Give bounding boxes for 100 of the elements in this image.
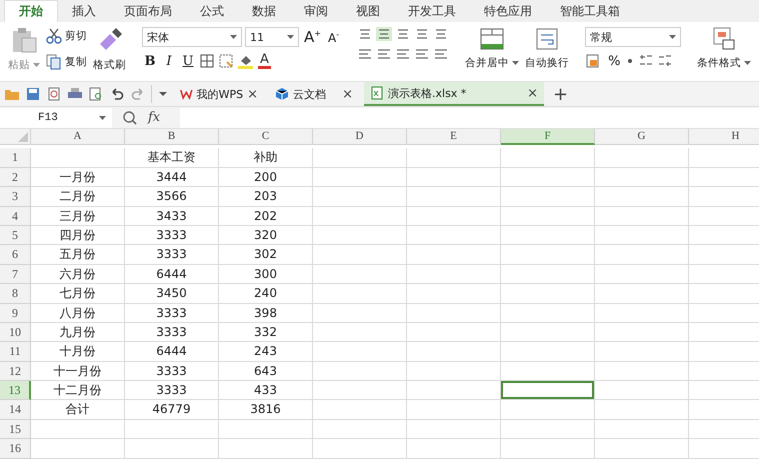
borders-icon[interactable] bbox=[199, 53, 215, 69]
caret-icon[interactable] bbox=[512, 61, 520, 65]
table-cell: 46779 bbox=[125, 400, 219, 420]
row-header[interactable]: 13 bbox=[0, 381, 31, 400]
column-header[interactable]: H bbox=[689, 129, 759, 145]
row-header[interactable]: 10 bbox=[0, 322, 31, 342]
caret-icon[interactable] bbox=[230, 35, 237, 39]
fill-color-icon[interactable] bbox=[237, 53, 255, 69]
align-icon[interactable] bbox=[357, 47, 374, 61]
table-cell: 3333 bbox=[125, 245, 219, 265]
row-header[interactable]: 8 bbox=[0, 284, 31, 304]
column-header[interactable]: G bbox=[595, 129, 689, 145]
align-icon[interactable] bbox=[376, 47, 392, 61]
font-name-dropdown[interactable]: 宋体 bbox=[142, 27, 242, 47]
caret-icon[interactable] bbox=[99, 116, 106, 120]
copy-label[interactable]: 复制 bbox=[65, 55, 87, 69]
shrink-font-button[interactable]: A$^{-}$ bbox=[326, 30, 342, 44]
row-header[interactable]: 12 bbox=[0, 362, 31, 382]
menu-tab[interactable]: 审阅 bbox=[290, 0, 342, 22]
close-button[interactable]: × bbox=[247, 86, 258, 102]
font-size-dropdown[interactable]: 11 bbox=[245, 27, 299, 47]
row-header[interactable]: 11 bbox=[0, 342, 31, 362]
function-button[interactable]: fx bbox=[148, 110, 160, 125]
selected-cell[interactable] bbox=[501, 381, 595, 400]
row-header[interactable]: 6 bbox=[0, 245, 31, 265]
table-cell: 6444 bbox=[125, 342, 219, 362]
menu-tab[interactable]: 开始 bbox=[4, 0, 58, 22]
menu-tab[interactable]: 公式 bbox=[186, 0, 238, 22]
save-icon[interactable] bbox=[25, 87, 41, 101]
menu-tab[interactable]: 插入 bbox=[58, 0, 110, 22]
align-icon[interactable] bbox=[395, 47, 412, 61]
formula-input[interactable] bbox=[180, 108, 759, 128]
row-header[interactable]: 16 bbox=[0, 439, 31, 459]
close-button[interactable]: × bbox=[342, 86, 353, 102]
menu-tab[interactable]: 视图 bbox=[342, 0, 394, 22]
table-cell: 302 bbox=[219, 245, 313, 265]
document-icon[interactable] bbox=[46, 87, 62, 101]
row-header[interactable]: 14 bbox=[0, 400, 31, 420]
row-header[interactable]: 7 bbox=[0, 264, 31, 284]
font-color-button[interactable]: A bbox=[258, 53, 271, 69]
table-cell: 七月份 bbox=[31, 284, 125, 304]
table-cell: 398 bbox=[219, 304, 313, 323]
new-tab-button[interactable]: + bbox=[549, 84, 572, 104]
caret-icon[interactable] bbox=[287, 35, 294, 39]
print-preview-icon[interactable] bbox=[88, 87, 104, 101]
row-header[interactable]: 3 bbox=[0, 187, 31, 207]
decrease-decimal-icon[interactable] bbox=[657, 54, 674, 68]
bold-button[interactable]: B bbox=[142, 54, 158, 68]
row-header[interactable]: 2 bbox=[0, 168, 31, 188]
align-icon[interactable] bbox=[414, 47, 430, 61]
align-icon[interactable] bbox=[433, 47, 450, 61]
document-tab[interactable]: 我的WPS × bbox=[174, 82, 264, 106]
cut-label[interactable]: 剪切 bbox=[65, 29, 87, 43]
row-header[interactable]: 15 bbox=[0, 420, 31, 440]
format-painter-label[interactable]: 格式刷 bbox=[93, 58, 126, 72]
italic-button[interactable]: I bbox=[161, 54, 177, 68]
column-header[interactable]: B bbox=[125, 129, 219, 145]
caret-icon[interactable] bbox=[744, 61, 752, 65]
clipboard-icon bbox=[10, 26, 38, 54]
menu-tab[interactable]: 数据 bbox=[238, 0, 290, 22]
name-box[interactable]: F13 bbox=[0, 108, 112, 128]
grow-font-button[interactable]: A$^{+}$ bbox=[302, 28, 323, 46]
column-header[interactable]: C bbox=[219, 129, 313, 145]
row-header[interactable]: 9 bbox=[0, 304, 31, 323]
wrap-text-icon bbox=[534, 26, 560, 52]
column-header[interactable]: D bbox=[313, 129, 407, 145]
table-cell: 三月份 bbox=[31, 206, 125, 226]
table-cell: 3566 bbox=[125, 187, 219, 207]
column-header[interactable]: A bbox=[31, 129, 125, 145]
caret-icon[interactable] bbox=[33, 63, 40, 67]
search-icon[interactable] bbox=[122, 110, 138, 126]
number-format-dropdown[interactable]: 常规 bbox=[585, 27, 682, 47]
table-cell: 十一月份 bbox=[31, 362, 125, 382]
row-header[interactable]: 5 bbox=[0, 226, 31, 246]
table-cell: 3450 bbox=[125, 284, 219, 304]
merge-center-label[interactable]: 合并居中 bbox=[465, 56, 510, 70]
row-header[interactable]: 4 bbox=[0, 206, 31, 226]
cell-style-icon[interactable] bbox=[218, 53, 234, 69]
menu-tab[interactable]: 页面布局 bbox=[110, 0, 186, 22]
caret-icon[interactable] bbox=[669, 35, 676, 39]
column-header[interactable]: F bbox=[501, 129, 595, 145]
align-icon[interactable] bbox=[376, 27, 392, 41]
copy-icon[interactable] bbox=[46, 54, 62, 70]
menu-tab[interactable]: 开发工具 bbox=[394, 0, 470, 22]
menu-tab[interactable]: 智能工具箱 bbox=[546, 0, 634, 22]
column-header[interactable]: E bbox=[407, 129, 501, 145]
paste-label[interactable]: 粘贴 bbox=[8, 58, 30, 72]
menu-tab[interactable]: 特色应用 bbox=[470, 0, 546, 22]
scissors-icon[interactable] bbox=[46, 28, 62, 44]
conditional-format-label[interactable]: 条件格式 bbox=[697, 56, 742, 70]
underline-button[interactable]: U bbox=[180, 54, 196, 68]
close-button[interactable]: × bbox=[527, 86, 538, 100]
table-cell: 200 bbox=[219, 168, 313, 188]
row-header[interactable]: 1 bbox=[0, 148, 31, 168]
percent-button[interactable]: % bbox=[606, 54, 622, 68]
document-tab[interactable]: 演示表格.xlsx * × bbox=[364, 82, 544, 106]
wrap-text-label[interactable]: 自动换行 bbox=[525, 56, 570, 70]
document-tab[interactable]: 云文档 × bbox=[269, 82, 359, 106]
table-cell: 240 bbox=[219, 284, 313, 304]
print-icon[interactable] bbox=[67, 87, 83, 101]
